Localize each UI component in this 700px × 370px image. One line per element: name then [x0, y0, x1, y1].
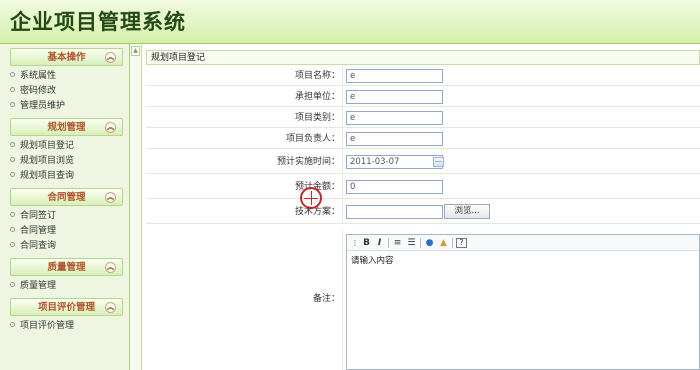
toolbar-grip-icon: ⋮ — [351, 239, 359, 247]
chevron-up-icon[interactable]: ︽ — [105, 52, 116, 63]
form-row-project-leader: 项目负责人： — [146, 129, 700, 149]
column-divider — [342, 129, 343, 148]
sidebar-item-quality-manage[interactable]: 质量管理 — [10, 279, 123, 294]
sidebar-item-contract-sign[interactable]: 合同签订 — [10, 209, 123, 224]
panel-title: 规划项目登记 — [146, 50, 700, 65]
sidebar-section-basic: 基本操作 ︽ 系统属性 密码修改 管理员维护 — [10, 48, 123, 114]
sidebar-item-contract-query[interactable]: 合同查询 — [10, 239, 123, 254]
ordered-list-icon[interactable]: ≡ — [392, 237, 403, 249]
bullet-icon — [10, 172, 15, 177]
help-icon[interactable]: ? — [456, 238, 467, 248]
calendar-icon[interactable] — [433, 157, 444, 167]
sidebar-header-label: 基本操作 — [47, 52, 86, 63]
form-row-project-name: 项目名称： — [146, 66, 700, 86]
bullet-icon — [10, 242, 15, 247]
sidebar-section-quality: 质量管理 ︽ 质量管理 — [10, 258, 123, 294]
editor-toolbar: ⋮ B I ≡ ☰ ● ▲ ? — [347, 235, 699, 251]
insert-link-icon[interactable]: ● — [424, 237, 435, 249]
sidebar-header-label: 合同管理 — [47, 192, 86, 203]
main-content: 规划项目登记 项目名称： 承担单位： 项目类别： 项目负责人： 预计实施时间： … — [142, 44, 700, 370]
sidebar-header-label: 规划管理 — [47, 122, 86, 133]
sidebar-section-planning: 规划管理 ︽ 规划项目登记 规划项目浏览 规划项目查询 — [10, 118, 123, 184]
insert-image-icon[interactable]: ▲ — [438, 237, 449, 249]
sidebar-item-system-attributes[interactable]: 系统属性 — [10, 69, 123, 84]
chevron-up-icon[interactable]: ︽ — [105, 262, 116, 273]
column-divider — [342, 108, 343, 127]
tech-plan-file-input[interactable] — [346, 205, 443, 219]
project-type-input[interactable] — [346, 111, 443, 125]
sidebar-item-plan-browse[interactable]: 规划项目浏览 — [10, 154, 123, 169]
column-divider — [342, 200, 343, 223]
bullet-icon — [10, 142, 15, 147]
form-row-plan-amount: 预计金额： — [146, 175, 700, 199]
project-type-label: 项目类别： — [294, 113, 340, 123]
column-divider — [342, 175, 343, 198]
sidebar-item-contract-manage[interactable]: 合同管理 — [10, 224, 123, 239]
bullet-icon — [10, 72, 15, 77]
sidebar-item-plan-query[interactable]: 规划项目查询 — [10, 169, 123, 184]
sidebar-item-admin-maintenance[interactable]: 管理员维护 — [10, 99, 123, 114]
column-divider — [342, 66, 343, 85]
app-title: 企业项目管理系统 — [10, 9, 186, 34]
sidebar-item-evaluation-manage[interactable]: 项目评价管理 — [10, 319, 123, 334]
sidebar-item-plan-register[interactable]: 规划项目登记 — [10, 139, 123, 154]
sidebar-header-quality[interactable]: 质量管理 ︽ — [10, 258, 123, 276]
toolbar-separator — [420, 238, 421, 248]
project-name-label: 项目名称： — [294, 71, 340, 81]
plan-amount-input[interactable] — [346, 180, 443, 194]
undertaking-unit-label: 承担单位： — [294, 92, 340, 102]
sidebar-section-evaluation: 项目评价管理 ︽ 项目评价管理 — [10, 298, 123, 334]
plan-date-input[interactable] — [346, 155, 443, 169]
sidebar: 基本操作 ︽ 系统属性 密码修改 管理员维护 规划管理 ︽ 规划项目登记 规划项… — [0, 44, 130, 370]
column-divider — [342, 150, 343, 173]
column-divider — [342, 231, 343, 370]
chevron-up-icon[interactable]: ︽ — [105, 192, 116, 203]
italic-icon[interactable]: I — [374, 237, 385, 249]
mouse-cursor-icon — [300, 187, 322, 209]
bullet-icon — [10, 227, 15, 232]
sidebar-splitter[interactable]: ▲ — [130, 44, 142, 370]
sidebar-header-contract[interactable]: 合同管理 ︽ — [10, 188, 123, 206]
chevron-up-icon[interactable]: ︽ — [105, 122, 116, 133]
project-leader-input[interactable] — [346, 132, 443, 146]
browse-button[interactable]: 浏览... — [444, 204, 490, 219]
toolbar-separator — [452, 238, 453, 248]
form-row-tech-plan: 技术方案： 浏览... — [146, 200, 700, 224]
sidebar-item-change-password[interactable]: 密码修改 — [10, 84, 123, 99]
undertaking-unit-input[interactable] — [346, 90, 443, 104]
collapse-sidebar-icon[interactable]: ▲ — [131, 46, 140, 56]
chevron-up-icon[interactable]: ︽ — [105, 302, 116, 313]
form-row-project-type: 项目类别： — [146, 108, 700, 128]
project-leader-label: 项目负责人： — [285, 134, 340, 144]
remarks-placeholder[interactable]: 请输入内容 — [347, 251, 699, 269]
bullet-icon — [10, 282, 15, 287]
app-header: 企业项目管理系统 — [0, 0, 700, 44]
sidebar-header-planning[interactable]: 规划管理 ︽ — [10, 118, 123, 136]
bullet-icon — [10, 212, 15, 217]
form-row-remarks: 备注： ⋮ B I ≡ ☰ ● ▲ ? 请输入内容 — [146, 231, 700, 370]
toolbar-separator — [388, 238, 389, 248]
bold-icon[interactable]: B — [361, 237, 372, 249]
remarks-editor[interactable]: ⋮ B I ≡ ☰ ● ▲ ? 请输入内容 — [346, 234, 700, 370]
remarks-label: 备注： — [312, 294, 340, 304]
sidebar-header-evaluation[interactable]: 项目评价管理 ︽ — [10, 298, 123, 316]
plan-date-label: 预计实施时间： — [276, 157, 340, 167]
sidebar-section-contract: 合同管理 ︽ 合同签订 合同管理 合同查询 — [10, 188, 123, 254]
sidebar-header-basic[interactable]: 基本操作 ︽ — [10, 48, 123, 66]
sidebar-header-label: 质量管理 — [47, 262, 86, 273]
form-row-plan-date: 预计实施时间： — [146, 150, 700, 174]
column-divider — [342, 87, 343, 106]
bullet-icon — [10, 322, 15, 327]
unordered-list-icon[interactable]: ☰ — [406, 237, 417, 249]
sidebar-header-label: 项目评价管理 — [37, 302, 95, 313]
bullet-icon — [10, 87, 15, 92]
bullet-icon — [10, 157, 15, 162]
bullet-icon — [10, 102, 15, 107]
project-name-input[interactable] — [346, 69, 443, 83]
form-row-undertaking-unit: 承担单位： — [146, 87, 700, 107]
